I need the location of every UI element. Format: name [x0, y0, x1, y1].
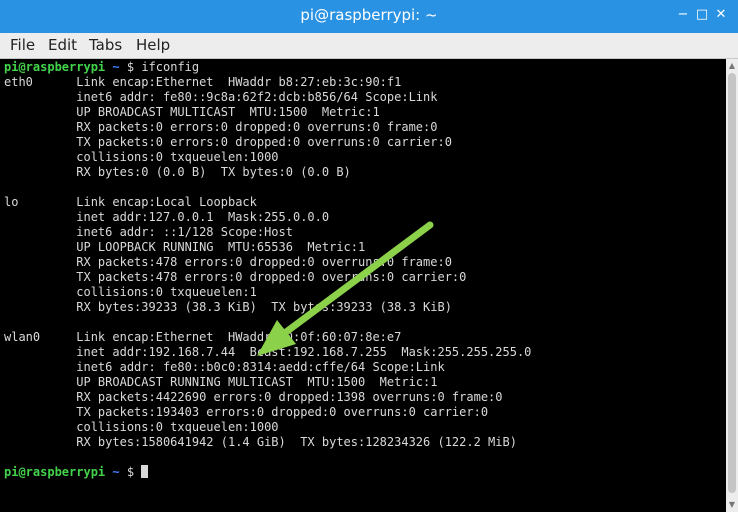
terminal-line: lo Link encap:Local Loopback	[4, 195, 257, 209]
terminal-output[interactable]: pi@raspberrypi ~ $ ifconfig eth0 Link en…	[0, 59, 726, 512]
terminal-line: RX bytes:39233 (38.3 KiB) TX bytes:39233…	[4, 300, 452, 314]
active-prompt-line: pi@raspberrypi ~ $	[4, 465, 149, 480]
terminal-line: TX packets:478 errors:0 dropped:0 overru…	[4, 270, 467, 284]
prompt-symbol: $	[126, 60, 135, 74]
prompt-path: ~	[112, 60, 120, 74]
terminal-line: collisions:0 txqueuelen:1000	[4, 150, 279, 164]
terminal-line: RX packets:478 errors:0 dropped:0 overru…	[4, 255, 452, 269]
close-icon[interactable]: ✕	[711, 5, 731, 25]
active-prompt-symbol: $	[126, 465, 135, 479]
terminal-line: RX bytes:0 (0.0 B) TX bytes:0 (0.0 B)	[4, 165, 351, 179]
title-bar[interactable]: pi@raspberrypi: ~ − □ ✕	[0, 0, 738, 33]
terminal-line: inet6 addr: fe80::9c8a:62f2:dcb:b856/64 …	[4, 90, 438, 104]
text-cursor	[141, 465, 149, 478]
terminal-line: inet6 addr: fe80::b0c0:8314:aedd:cffe/64…	[4, 360, 445, 374]
prompt-user: pi@raspberrypi	[4, 60, 106, 74]
terminal-line: RX packets:4422690 errors:0 dropped:1398…	[4, 390, 503, 404]
command-line: pi@raspberrypi ~ $ ifconfig	[4, 60, 199, 75]
terminal-line: eth0 Link encap:Ethernet HWaddr b8:27:eb…	[4, 75, 402, 89]
scroll-up-icon[interactable]: ▲	[726, 61, 738, 71]
terminal-window: pi@raspberrypi: ~ − □ ✕ File Edit Tabs H…	[0, 0, 738, 512]
maximize-icon[interactable]: □	[692, 5, 712, 25]
terminal-line: inet addr:192.168.7.44 Bcast:192.168.7.2…	[4, 345, 532, 359]
terminal-line: inet addr:127.0.0.1 Mask:255.0.0.0	[4, 210, 330, 224]
menu-file[interactable]: File	[10, 36, 35, 54]
terminal-line: RX bytes:1580641942 (1.4 GiB) TX bytes:1…	[4, 435, 517, 449]
terminal-line: collisions:0 txqueuelen:1	[4, 285, 257, 299]
terminal-line: collisions:0 txqueuelen:1000	[4, 420, 279, 434]
menu-edit[interactable]: Edit	[48, 36, 77, 54]
vertical-scrollbar[interactable]: ▲ ▼	[726, 59, 738, 512]
terminal-line: inet6 addr: ::1/128 Scope:Host	[4, 225, 293, 239]
terminal-line: wlan0 Link encap:Ethernet HWaddr 00:0f:6…	[4, 330, 402, 344]
terminal-line: TX packets:193403 errors:0 dropped:0 ove…	[4, 405, 489, 419]
scroll-thumb[interactable]	[728, 73, 736, 493]
window-title: pi@raspberrypi: ~	[300, 6, 438, 24]
minimize-icon[interactable]: −	[673, 5, 693, 25]
terminal-line: UP BROADCAST RUNNING MULTICAST MTU:1500 …	[4, 375, 438, 389]
terminal-line: TX packets:0 errors:0 dropped:0 overruns…	[4, 135, 452, 149]
active-prompt-path: ~	[112, 465, 120, 479]
terminal-line: UP LOOPBACK RUNNING MTU:65536 Metric:1	[4, 240, 366, 254]
terminal-line: RX packets:0 errors:0 dropped:0 overruns…	[4, 120, 438, 134]
command-text: ifconfig	[141, 60, 200, 74]
scroll-down-icon[interactable]: ▼	[726, 500, 738, 510]
menu-bar: File Edit Tabs Help	[0, 33, 738, 59]
menu-tabs[interactable]: Tabs	[89, 36, 122, 54]
terminal-line: UP BROADCAST MULTICAST MTU:1500 Metric:1	[4, 105, 380, 119]
menu-help[interactable]: Help	[136, 36, 170, 54]
active-prompt-user: pi@raspberrypi	[4, 465, 106, 479]
